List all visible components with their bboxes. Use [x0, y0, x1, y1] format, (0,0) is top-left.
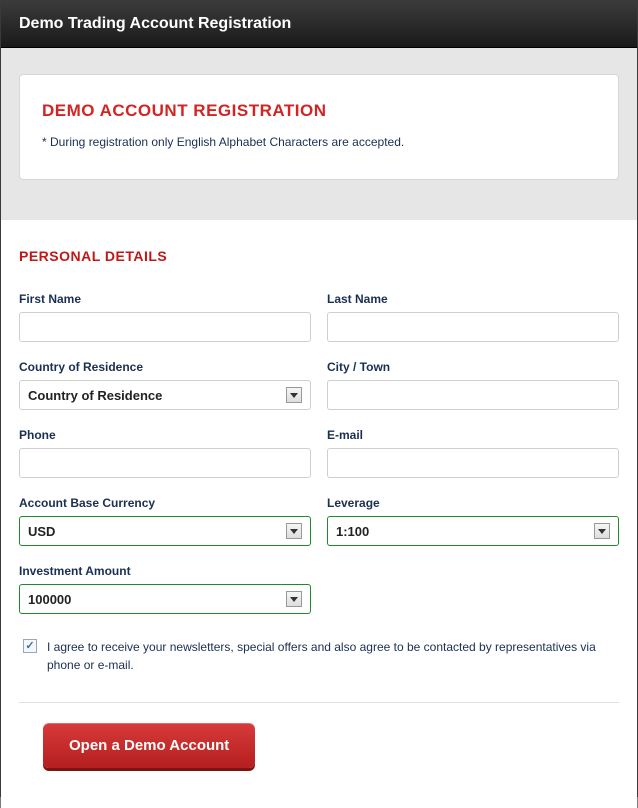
chevron-down-icon [286, 591, 302, 607]
chevron-down-icon [286, 387, 302, 403]
currency-label: Account Base Currency [19, 496, 311, 510]
form-area: PERSONAL DETAILS First Name Last Name Co… [1, 220, 637, 808]
last-name-input[interactable] [327, 312, 619, 342]
consent-checkbox[interactable] [23, 639, 37, 653]
investment-selected: 100000 [28, 592, 71, 607]
leverage-label: Leverage [327, 496, 619, 510]
open-demo-account-button[interactable]: Open a Demo Account [43, 723, 255, 768]
section-title: PERSONAL DETAILS [19, 248, 619, 264]
email-input[interactable] [327, 448, 619, 478]
phone-label: Phone [19, 428, 311, 442]
city-label: City / Town [327, 360, 619, 374]
last-name-label: Last Name [327, 292, 619, 306]
currency-select[interactable]: USD [19, 516, 311, 546]
header-box-note: * During registration only English Alpha… [42, 135, 596, 149]
email-label: E-mail [327, 428, 619, 442]
consent-row: I agree to receive your newsletters, spe… [19, 638, 619, 674]
titlebar: Demo Trading Account Registration [1, 1, 637, 48]
registration-window: Demo Trading Account Registration DEMO A… [0, 0, 638, 797]
consent-text: I agree to receive your newsletters, spe… [47, 638, 615, 674]
country-select[interactable]: Country of Residence [19, 380, 311, 410]
country-selected: Country of Residence [28, 388, 162, 403]
chevron-down-icon [594, 523, 610, 539]
header-box-title: DEMO ACCOUNT REGISTRATION [42, 101, 596, 121]
investment-select[interactable]: 100000 [19, 584, 311, 614]
country-label: Country of Residence [19, 360, 311, 374]
phone-input[interactable] [19, 448, 311, 478]
window-title: Demo Trading Account Registration [19, 15, 619, 33]
footer: Open a Demo Account [19, 702, 619, 788]
investment-label: Investment Amount [19, 564, 311, 578]
header-area: DEMO ACCOUNT REGISTRATION * During regis… [1, 48, 637, 220]
leverage-select[interactable]: 1:100 [327, 516, 619, 546]
first-name-input[interactable] [19, 312, 311, 342]
leverage-selected: 1:100 [336, 524, 369, 539]
currency-selected: USD [28, 524, 55, 539]
first-name-label: First Name [19, 292, 311, 306]
header-box: DEMO ACCOUNT REGISTRATION * During regis… [19, 74, 619, 180]
chevron-down-icon [286, 523, 302, 539]
city-input[interactable] [327, 380, 619, 410]
